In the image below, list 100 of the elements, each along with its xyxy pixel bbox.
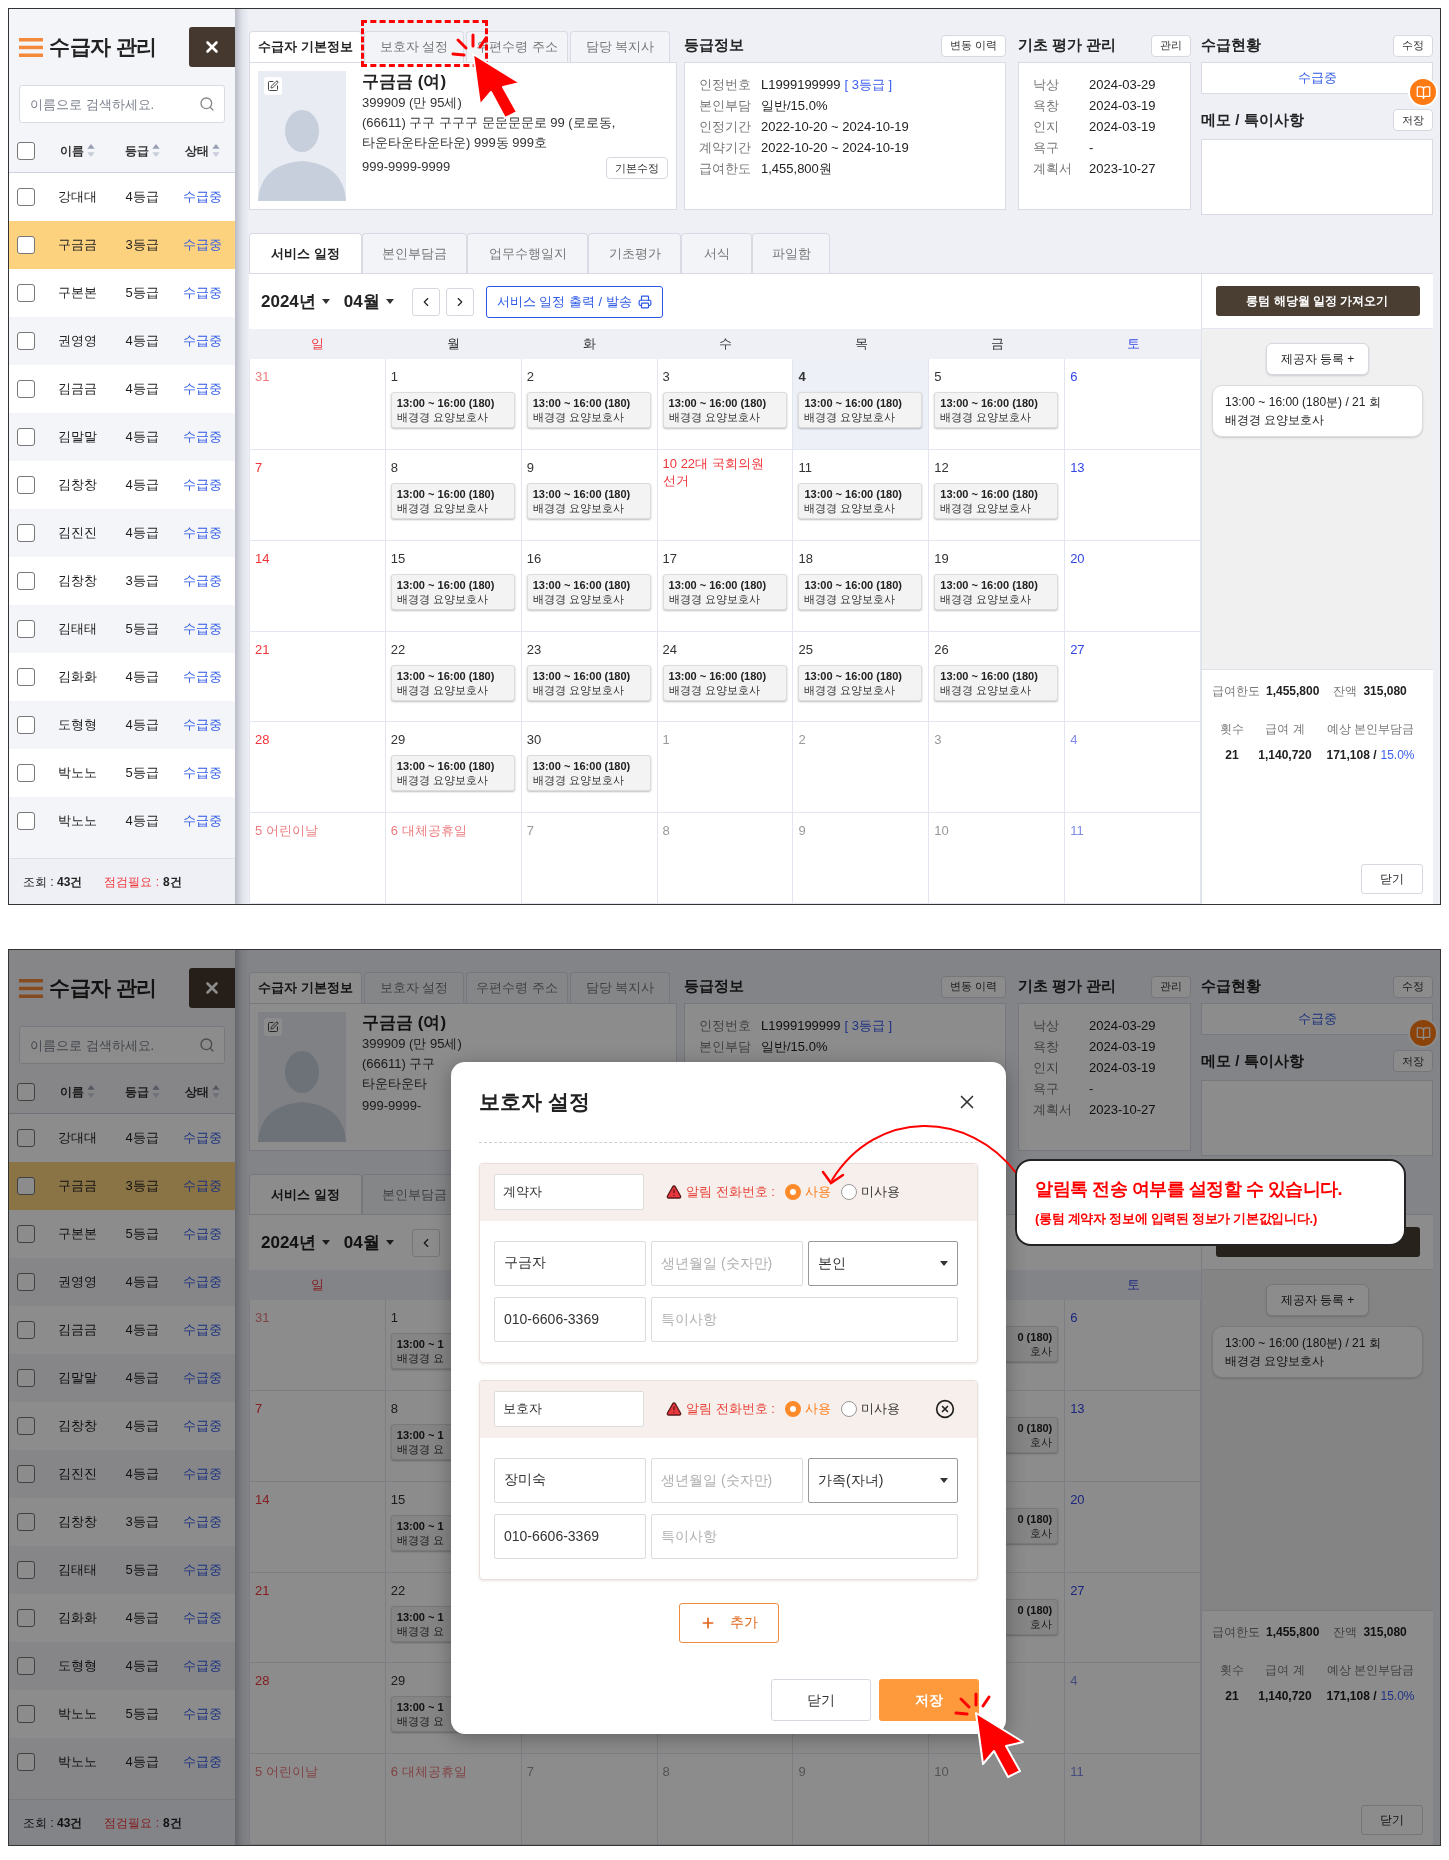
patient-detail: 399909 (만 95세): [362, 1035, 463, 1053]
name-cell-text: 박노노: [56, 812, 98, 831]
status-cell-text: 수급중: [181, 1513, 223, 1532]
day-number: 6 대체공휴일: [390, 822, 467, 840]
schedule-time: 13:00 ~ 16:00 (180): [532, 396, 631, 410]
patient-detail: 타운타운타운타운) 999동 999호: [362, 134, 548, 152]
field-value: 2024-03-19: [1089, 96, 1156, 115]
field-label: 인지: [1033, 1058, 1060, 1077]
field-label: 인지: [1033, 117, 1060, 136]
grade-cell-text: 5등급: [124, 284, 160, 303]
caregiver-name: 배경경 요양보호사: [804, 682, 896, 697]
patient-name: 구금금 (여): [362, 1012, 448, 1034]
day-number: 5: [934, 368, 942, 385]
day-number: 2: [526, 368, 534, 385]
caregiver-name: 호사: [1030, 1344, 1053, 1358]
name-cell-text: 김말말: [56, 428, 98, 447]
day-number: 29: [390, 731, 406, 749]
day-number: 5 어린이날: [255, 1763, 318, 1781]
summary-value: 315,080: [1363, 683, 1407, 700]
day-number: 7: [526, 822, 534, 840]
caregiver-name: 배경경 요양보호사: [532, 500, 624, 515]
field-label: 욕창: [1033, 1037, 1060, 1056]
status-cell-text: 수급중: [181, 1609, 223, 1628]
field-label: 본인부담: [699, 1037, 752, 1056]
day-number: 15: [390, 1490, 406, 1508]
status-cell-text: 수급중: [181, 1465, 223, 1484]
schedule-time: 13:00 ~ 1: [396, 1609, 444, 1624]
schedule-time: 13:00 ~ 16:00 (180): [940, 486, 1038, 501]
patient-detail: 타운타운타: [362, 1075, 428, 1093]
caregiver-name: 배경경 요: [396, 1623, 444, 1638]
section-title: 등급정보: [684, 35, 744, 56]
field-label: 인정기간: [699, 117, 752, 136]
summary-header: 횟수: [1219, 1662, 1245, 1679]
schedule-time: 13:00 ~ 16:00 (180): [668, 668, 767, 683]
summary-label: 잔액: [1333, 1624, 1358, 1641]
callout-note: (롱텀 계약자 정보에 입력된 정보가 기본값입니다.): [1035, 1210, 1318, 1229]
grade-cell-text: 4등급: [124, 1273, 160, 1292]
name-cell-text: 김창창: [56, 1417, 98, 1436]
day-number: 6: [1070, 1309, 1078, 1326]
status-cell-text: 수급중: [181, 380, 223, 399]
summary-header: 예상 본인부담금: [1325, 1662, 1416, 1679]
day-number: 6 대체공휴일: [390, 1763, 467, 1781]
day-number: 8: [662, 822, 670, 840]
day-number: 4: [798, 368, 806, 385]
schedule-time: 13:00 ~ 16:00 (180): [532, 668, 631, 683]
schedule-time: 13:00 ~ 16:00 (180): [940, 577, 1038, 592]
day-number: 4: [1070, 1672, 1078, 1690]
name-cell-text: 김진진: [56, 524, 98, 543]
weekday-header: 화: [582, 335, 596, 354]
status-cell-text: 수급중: [181, 188, 223, 207]
schedule-time: 13:00 ~ 16:00 (180): [532, 486, 631, 501]
caregiver-name: 배경경 요양보호사: [940, 410, 1032, 424]
sidebar-title: 수급자 관리: [49, 975, 157, 1002]
name-cell-text: 구금금: [56, 1177, 98, 1196]
name-cell-text: 김화화: [56, 1609, 98, 1628]
status-value: 수급중: [1297, 69, 1337, 88]
summary-value: 21: [1224, 747, 1240, 764]
name-cell-text: 김창창: [56, 476, 98, 495]
caregiver-name: 배경경 요: [396, 1351, 444, 1365]
day-number: 3: [662, 368, 670, 385]
day-number: 5 어린이날: [255, 822, 318, 840]
summary-value: 1,455,800: [1266, 1624, 1320, 1641]
callout-title: 알림톡 전송 여부를 설정할 수 있습니다.: [1035, 1178, 1343, 1202]
caregiver-name: 배경경 요양보호사: [532, 682, 624, 697]
day-number: 16: [526, 549, 542, 567]
schedule-time: 13:00 ~ 1: [396, 1427, 444, 1442]
grade-cell-text: 4등급: [124, 1657, 160, 1676]
status-cell-text: 수급중: [181, 1321, 223, 1340]
section-title: 메모 / 특이사항: [1201, 1050, 1304, 1071]
rate-value: 15.0%: [1380, 1688, 1415, 1705]
grade-cell-text: 4등급: [124, 332, 160, 351]
patient-detail: (66611) 구구 구구구 문문문문로 99 (로로동,: [362, 114, 617, 132]
field-label: 인정번호: [699, 1016, 752, 1035]
summary-value: 1,140,720: [1257, 747, 1313, 764]
day-number: 1: [390, 368, 399, 385]
caregiver-name: 배경경 요양보호사: [532, 410, 624, 424]
name-cell-text: 김창창: [56, 572, 98, 591]
name-cell-text: 강대대: [56, 188, 98, 207]
name-cell-text: 박노노: [56, 1705, 98, 1724]
status-cell-text: 수급중: [181, 716, 223, 735]
day-number: 9: [798, 822, 806, 840]
schedule-time: 13:00 ~ 16:00 (180): [532, 577, 631, 592]
grade-cell-text: 5등급: [124, 620, 160, 639]
schedule-time: 13:00 ~ 1: [396, 1700, 444, 1715]
status-cell-text: 수급중: [181, 1753, 223, 1772]
schedule-time: 13:00 ~ 1: [396, 1518, 444, 1533]
status-cell-text: 수급중: [181, 1225, 223, 1244]
section-title: 수급현황: [1201, 976, 1261, 997]
patient-name: 구금금 (여): [362, 71, 448, 93]
day-number: 28: [255, 1672, 270, 1690]
day-number: 22: [390, 1581, 406, 1599]
summary-value: 1,455,800: [1266, 683, 1320, 700]
status-cell-text: 수급중: [181, 284, 223, 303]
name-cell-text: 권영영: [56, 1273, 98, 1292]
name-cell-text: 박노노: [56, 1753, 98, 1772]
day-number: 27: [1070, 1581, 1085, 1599]
schedule-time: 13:00 ~ 16:00 (180): [940, 396, 1038, 410]
day-number: 29: [390, 1672, 406, 1690]
caregiver-name: 배경경 요: [396, 1441, 444, 1456]
day-number: 21: [255, 1581, 270, 1599]
